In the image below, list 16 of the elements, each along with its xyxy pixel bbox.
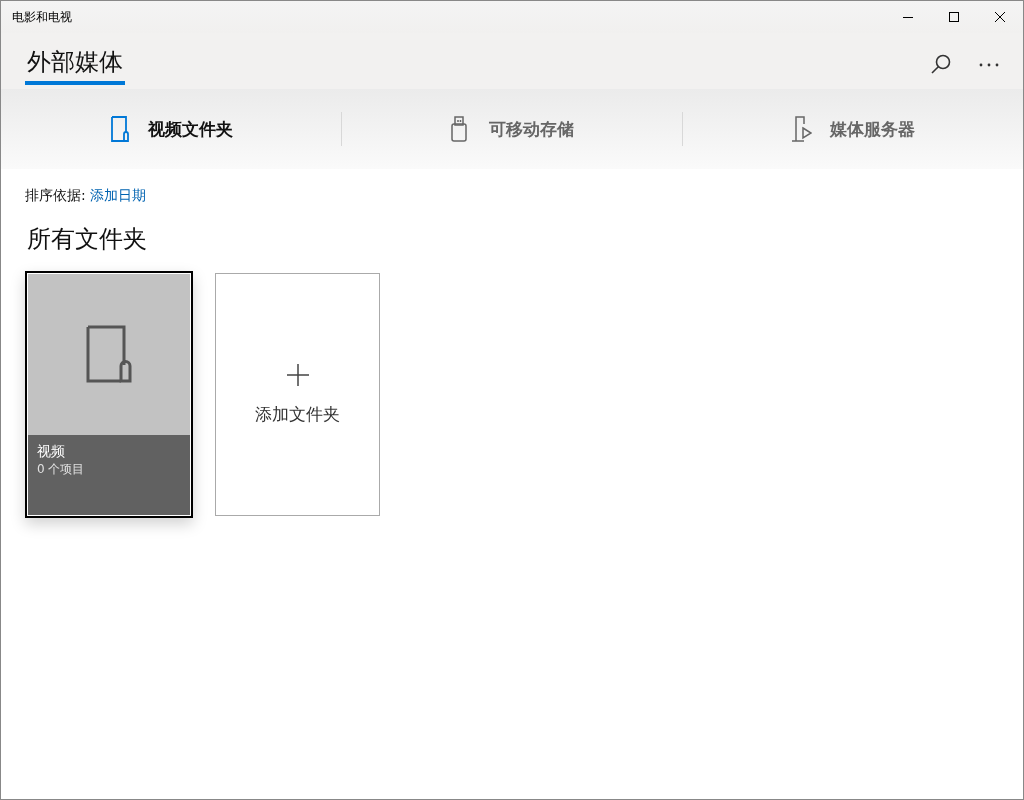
page-title: 外部媒体 (25, 33, 125, 85)
folder-tile[interactable]: 视频 0 个项目 (25, 271, 193, 518)
plus-icon (285, 363, 310, 387)
tab[interactable]: 视频文件夹 (1, 89, 341, 169)
sort-label: 排序依据: (25, 187, 86, 205)
window-title: 电影和电视 (12, 8, 72, 26)
add-folder-tile[interactable]: 添加文件夹 (215, 273, 380, 516)
folder-icon (109, 116, 130, 142)
tab[interactable]: 媒体服务器 (683, 89, 1023, 169)
section-title: 所有文件夹 (27, 224, 148, 255)
item-count: 0 个项目 (37, 461, 86, 478)
folder-icon (85, 325, 133, 383)
sort-link[interactable]: 添加日期 (89, 187, 146, 205)
folder-name: 视频 (37, 443, 66, 461)
media-server-icon (791, 116, 812, 142)
tab[interactable]: 可移动存储 (342, 89, 682, 169)
